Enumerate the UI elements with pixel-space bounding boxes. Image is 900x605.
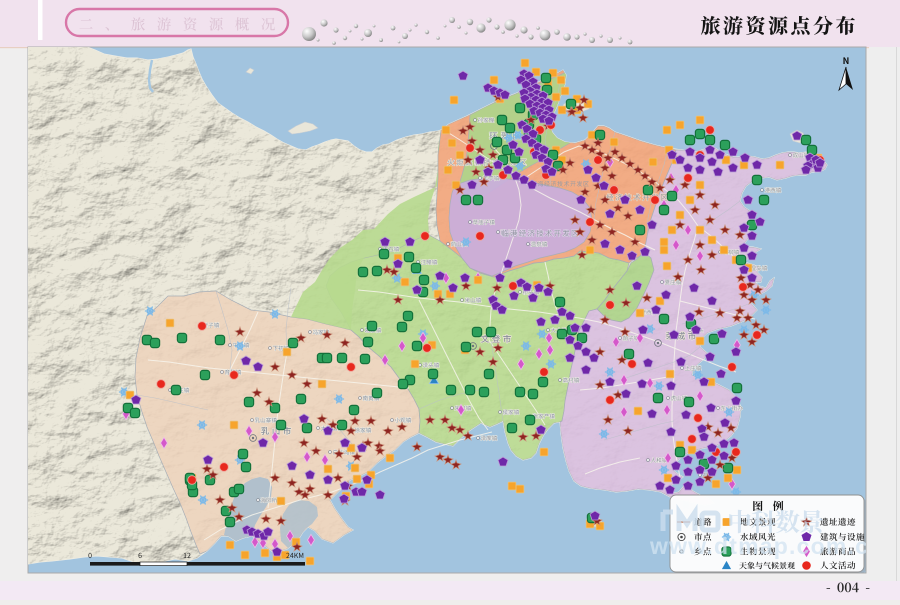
svg-text:www.dtmap.com.cn: www.dtmap.com.cn — [649, 533, 884, 559]
